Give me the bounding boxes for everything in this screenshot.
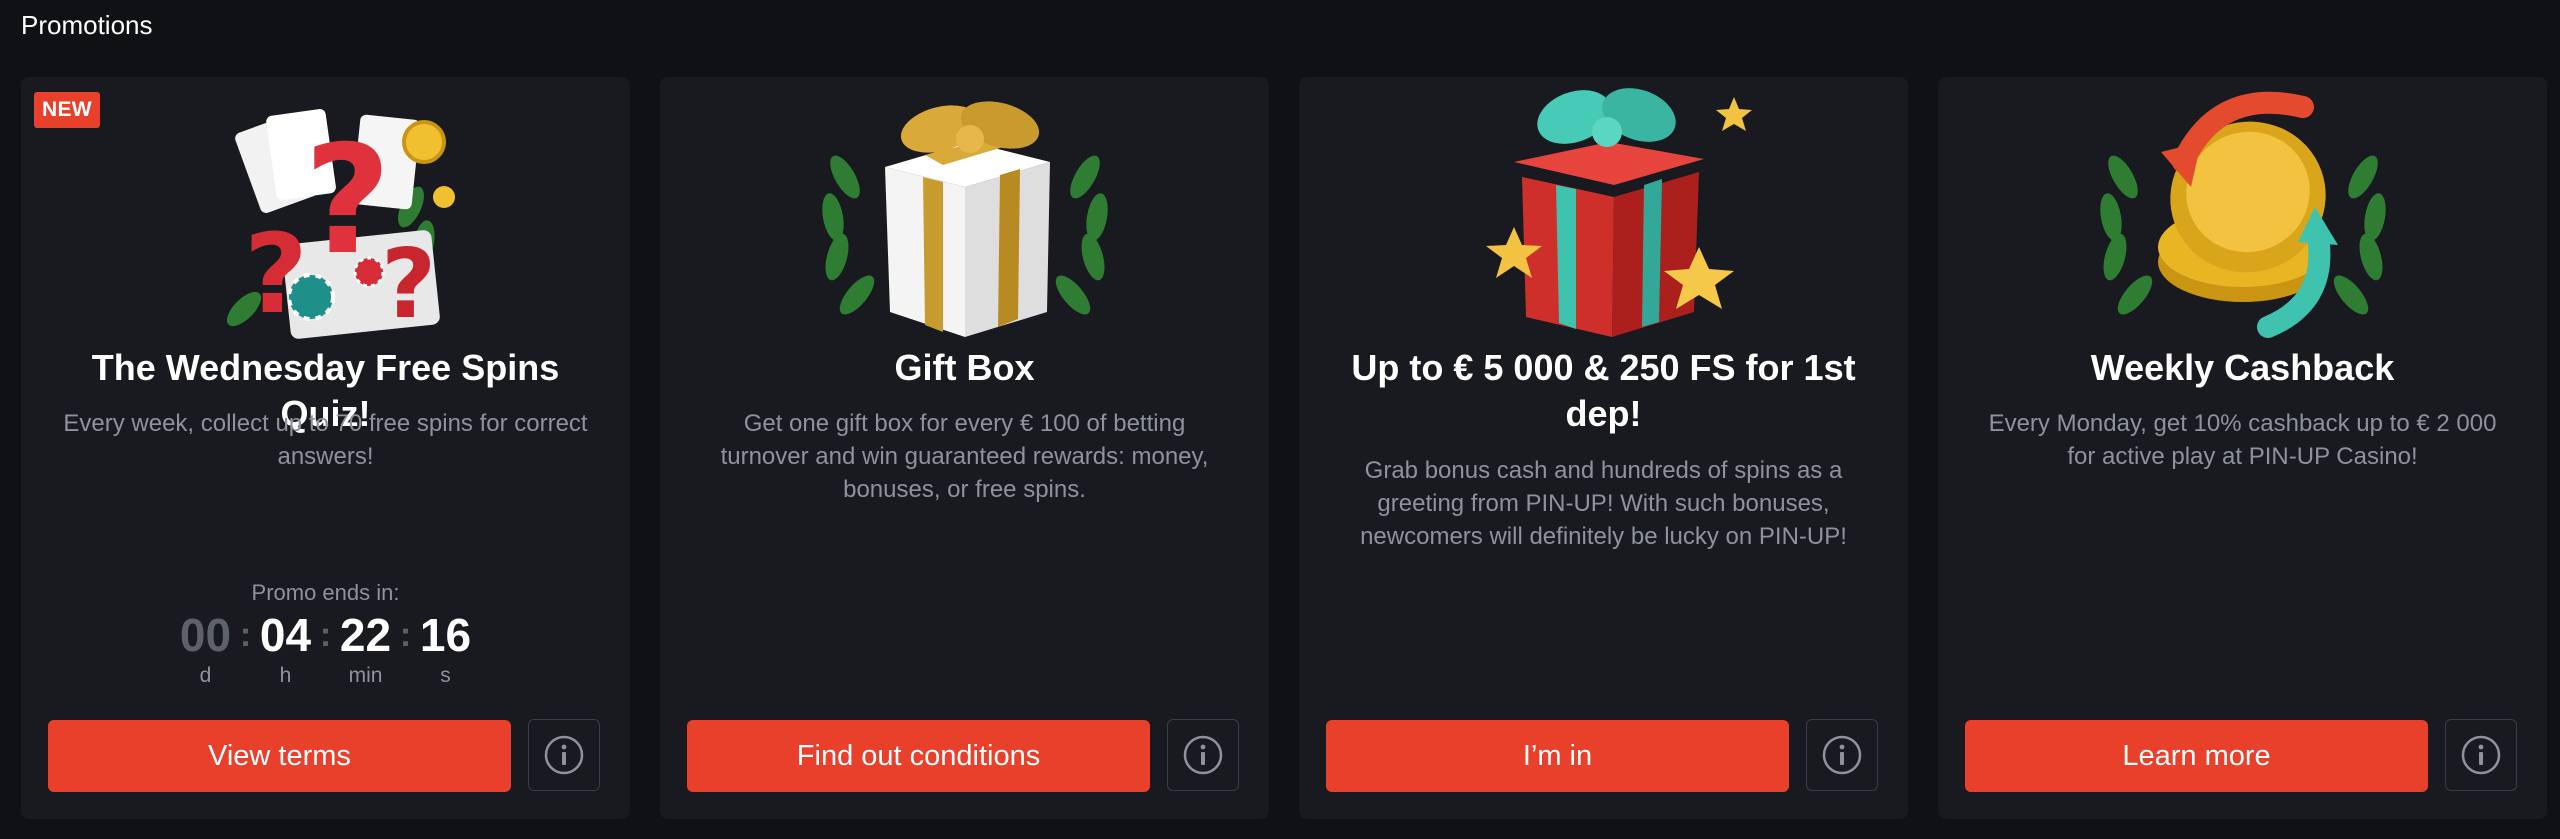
countdown-minutes-label: min [348, 664, 383, 687]
info-icon [544, 735, 584, 775]
question-marks-cards-icon: ? ? ? [21, 47, 630, 347]
card-description: Every Monday, get 10% cashback up to € 2… [1988, 410, 2497, 470]
card-title: Up to € 5 000 & 250 FS for 1st dep! [1351, 347, 1856, 434]
info-icon [1822, 735, 1862, 775]
promo-countdown: 00 d : 04 h : 22 min : 16 s [21, 607, 630, 689]
learn-more-button[interactable]: Learn more [1965, 720, 2428, 792]
countdown-separator: : [399, 616, 412, 654]
countdown-separator: : [239, 616, 252, 654]
info-button[interactable] [1806, 719, 1878, 791]
info-icon [2461, 735, 2501, 775]
info-button[interactable] [1167, 719, 1239, 791]
countdown-minutes-value: 22 [339, 609, 392, 661]
section-title: Promotions [21, 10, 153, 40]
cashback-coin-icon [1938, 47, 2547, 347]
countdown-hours-value: 04 [259, 609, 312, 661]
countdown-seconds-label: s [440, 664, 451, 687]
countdown-hours: 04 h [254, 607, 318, 689]
white-gift-box-icon [660, 47, 1269, 347]
im-in-button[interactable]: I’m in [1326, 720, 1789, 792]
promo-timer-label: Promo ends in: [251, 580, 400, 605]
countdown-seconds-value: 16 [419, 609, 472, 661]
countdown-days-value: 00 [179, 609, 232, 661]
promo-card-gift-box[interactable]: Gift Box Get one gift box for every € 10… [660, 77, 1269, 819]
countdown-separator: : [319, 616, 332, 654]
promo-card-first-deposit[interactable]: Up to € 5 000 & 250 FS for 1st dep! Grab… [1299, 77, 1908, 819]
find-out-conditions-button[interactable]: Find out conditions [687, 720, 1150, 792]
countdown-seconds: 16 s [414, 607, 478, 689]
card-title: Weekly Cashback [2090, 347, 2395, 388]
info-button[interactable] [528, 719, 600, 791]
promo-card-weekly-cashback[interactable]: Weekly Cashback Every Monday, get 10% ca… [1938, 77, 2547, 819]
svg-text:?: ? [244, 210, 308, 338]
card-description: Every week, collect up to 70 free spins … [63, 410, 588, 470]
card-description: Get one gift box for every € 100 of bett… [720, 410, 1209, 503]
info-button[interactable] [2445, 719, 2517, 791]
new-badge: NEW [34, 92, 100, 128]
countdown-days: 00 d [174, 607, 238, 689]
info-icon [1183, 735, 1223, 775]
promo-card-wednesday-quiz[interactable]: ? ? ? NEW The Wednesday Free Spins Quiz!… [21, 77, 630, 819]
promotions-page: Promotions ? ? ? NEW The Wednesday Free … [0, 0, 2560, 839]
countdown-days-label: d [199, 664, 212, 687]
countdown-hours-label: h [279, 664, 292, 687]
card-title: Gift Box [894, 347, 1035, 388]
red-gift-stars-icon [1299, 47, 1908, 347]
svg-text:?: ? [381, 230, 436, 340]
view-terms-button[interactable]: View terms [48, 720, 511, 792]
card-description: Grab bonus cash and hundreds of spins as… [1360, 457, 1847, 550]
countdown-minutes: 22 min [334, 607, 398, 689]
